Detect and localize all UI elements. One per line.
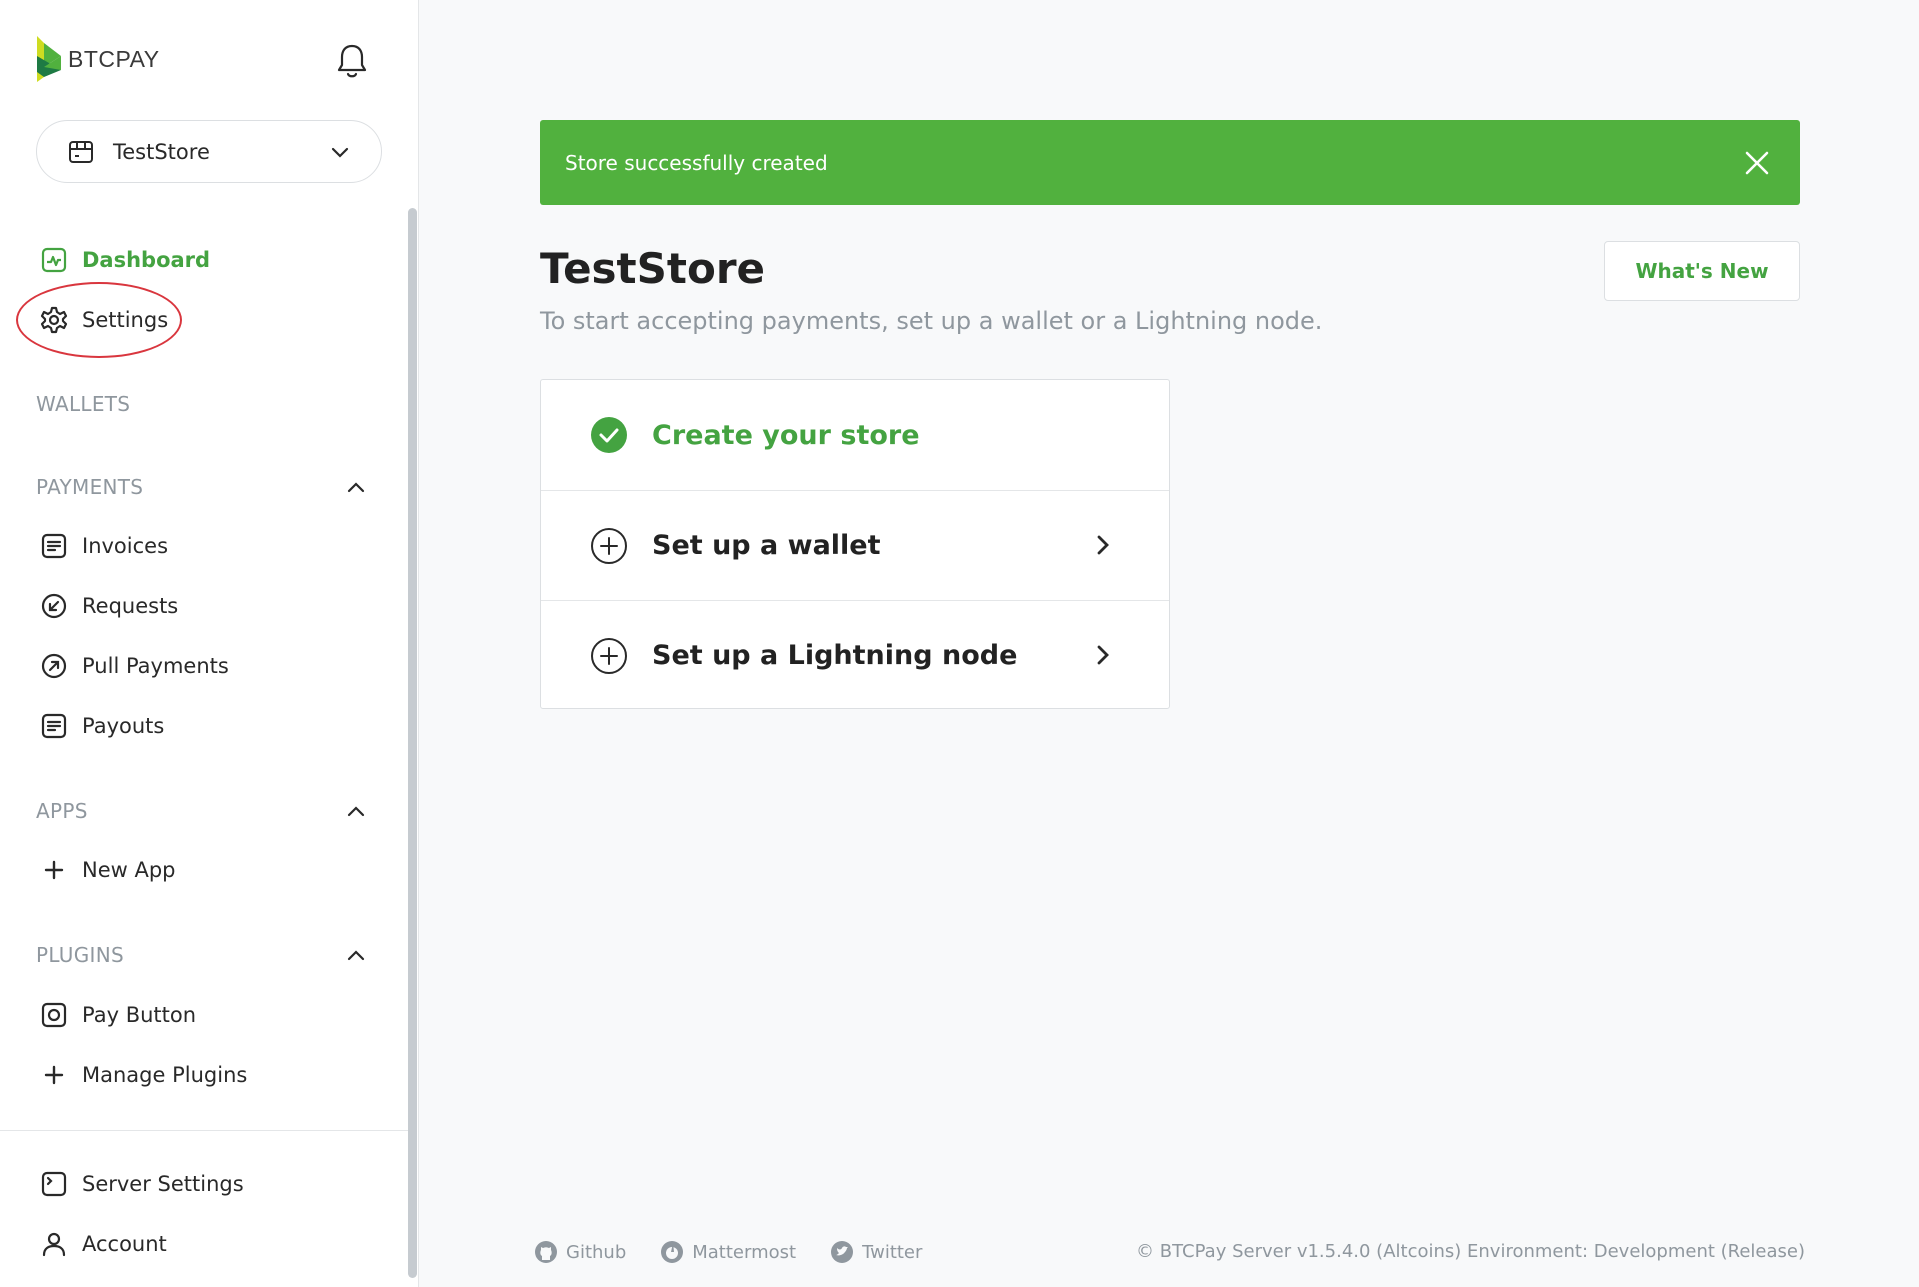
- notifications-bell-icon[interactable]: [334, 42, 370, 80]
- whats-new-button[interactable]: What's New: [1604, 241, 1800, 301]
- store-icon: [69, 140, 93, 163]
- sidebar-item-label: Payouts: [82, 714, 165, 738]
- check-circle-icon: [591, 417, 627, 453]
- section-title-payments: PAYMENTS: [36, 475, 144, 499]
- twitter-icon: [831, 1241, 854, 1263]
- brand-name: BTCPAY: [68, 45, 160, 72]
- sidebar-item-label: Invoices: [82, 534, 169, 558]
- chevron-down-icon: [331, 147, 349, 158]
- sidebar-item-pay-button[interactable]: Pay Button: [40, 998, 196, 1032]
- chevron-up-icon[interactable]: [344, 944, 368, 968]
- footer-link-twitter[interactable]: Twitter: [830, 1240, 922, 1264]
- section-title-wallets: WALLETS: [36, 392, 131, 416]
- sidebar-item-label: Requests: [82, 594, 179, 618]
- sidebar-item-label: Account: [82, 1232, 167, 1256]
- page-subtitle: To start accepting payments, set up a wa…: [540, 307, 1323, 335]
- footer-link-label: Github: [566, 1241, 627, 1263]
- section-title-plugins: PLUGINS: [36, 943, 124, 967]
- btcpay-logo-icon: [37, 36, 61, 82]
- store-selector-value: TestStore: [113, 139, 210, 164]
- invoice-icon: [40, 532, 68, 560]
- setup-guide-card: Create your store Set up a wallet Set up…: [540, 379, 1170, 709]
- store-selector[interactable]: TestStore: [36, 120, 382, 183]
- close-icon[interactable]: [1742, 148, 1772, 178]
- user-icon: [40, 1230, 68, 1258]
- page-title: TestStore: [540, 244, 766, 293]
- footer-links: Github Mattermost Twitter: [534, 1240, 956, 1264]
- section-title-apps: APPS: [36, 799, 88, 823]
- plus-icon: [40, 1061, 68, 1089]
- plus-circle-icon: [591, 527, 627, 564]
- footer-link-github[interactable]: Github: [534, 1240, 626, 1264]
- alert-message: Store successfully created: [565, 150, 828, 175]
- chevron-right-icon: [1097, 645, 1109, 665]
- arrow-down-left-circle-icon: [40, 592, 68, 620]
- setup-step-label: Create your store: [652, 419, 920, 451]
- dashboard-icon: [40, 246, 68, 274]
- arrow-up-right-circle-icon: [40, 652, 68, 680]
- payouts-icon: [40, 712, 68, 740]
- setup-step-lightning[interactable]: Set up a Lightning node: [541, 600, 1169, 710]
- sidebar-item-label: Manage Plugins: [82, 1063, 248, 1087]
- sidebar-item-label: Server Settings: [82, 1172, 244, 1196]
- footer-link-label: Mattermost: [692, 1241, 797, 1263]
- chevron-up-icon[interactable]: [344, 476, 368, 500]
- sidebar: BTCPAY TestStore Dashboard Settings WALL…: [0, 0, 419, 1287]
- sidebar-item-label: Pull Payments: [82, 654, 229, 678]
- sidebar-item-invoices[interactable]: Invoices: [40, 529, 168, 563]
- highlight-annotation: [16, 282, 182, 358]
- sidebar-item-pull-payments[interactable]: Pull Payments: [40, 649, 229, 683]
- sidebar-item-account[interactable]: Account: [40, 1227, 167, 1261]
- setup-step-label: Set up a wallet: [652, 530, 881, 561]
- footer-link-label: Twitter: [862, 1241, 923, 1263]
- pay-button-icon: [40, 1001, 68, 1029]
- chevron-right-icon: [1097, 535, 1109, 555]
- brand-logo[interactable]: BTCPAY: [34, 34, 160, 84]
- sidebar-item-label: Dashboard: [82, 248, 211, 272]
- sidebar-item-payouts[interactable]: Payouts: [40, 709, 164, 743]
- server-settings-icon: [40, 1170, 68, 1198]
- sidebar-item-requests[interactable]: Requests: [40, 589, 178, 623]
- success-alert: Store successfully created: [540, 120, 1800, 205]
- sidebar-divider: [0, 1130, 412, 1131]
- footer-link-mattermost[interactable]: Mattermost: [660, 1240, 796, 1264]
- sidebar-item-server-settings[interactable]: Server Settings: [40, 1167, 244, 1201]
- footer-copyright: © BTCPay Server v1.5.4.0 (Altcoins) Envi…: [1136, 1241, 1805, 1262]
- sidebar-item-label: Pay Button: [82, 1003, 197, 1027]
- sidebar-scrollbar[interactable]: [408, 208, 417, 1278]
- plus-icon: [40, 856, 68, 884]
- sidebar-item-dashboard[interactable]: Dashboard: [40, 243, 210, 277]
- sidebar-item-label: New App: [82, 858, 176, 882]
- sidebar-item-manage-plugins[interactable]: Manage Plugins: [40, 1058, 247, 1092]
- mattermost-icon: [661, 1241, 684, 1263]
- plus-circle-icon: [591, 637, 627, 674]
- setup-step-create-store: Create your store: [541, 380, 1169, 490]
- setup-step-label: Set up a Lightning node: [652, 640, 1018, 671]
- sidebar-item-new-app[interactable]: New App: [40, 853, 176, 887]
- chevron-up-icon[interactable]: [344, 800, 368, 824]
- setup-step-wallet[interactable]: Set up a wallet: [541, 490, 1169, 600]
- github-icon: [535, 1241, 557, 1263]
